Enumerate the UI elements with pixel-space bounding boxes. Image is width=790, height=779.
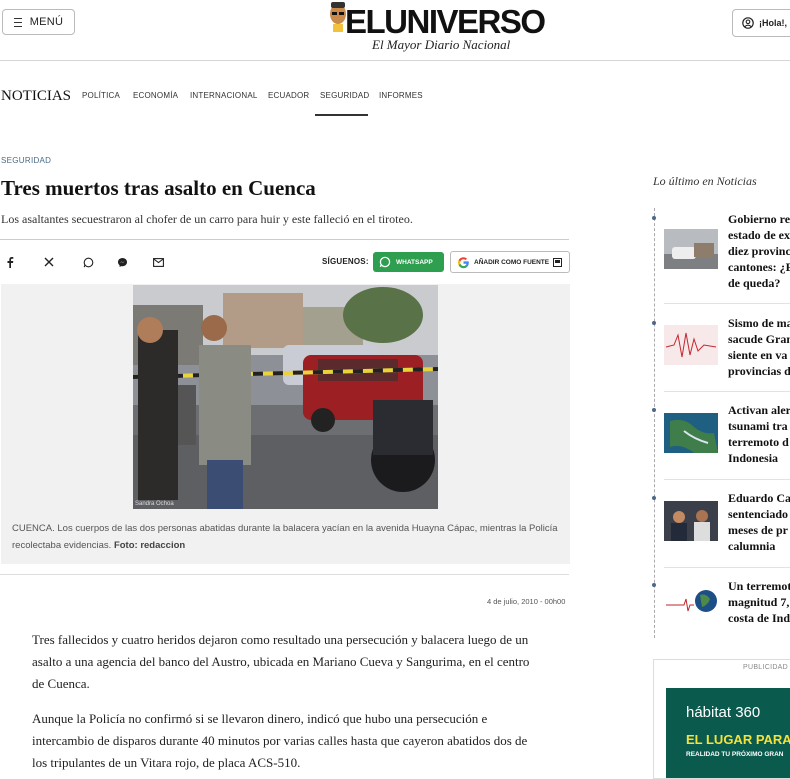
- sidebar-thumbnail[interactable]: [664, 583, 718, 623]
- timeline-dot: [652, 321, 656, 325]
- x-icon[interactable]: [42, 255, 56, 269]
- sidebar-headline[interactable]: Activan aler tsunami tra terremoto d Ind…: [728, 402, 790, 466]
- sidebar-thumbnail[interactable]: [664, 325, 718, 365]
- sidebar-separator: [664, 479, 790, 480]
- login-label: ¡Hola!,: [759, 18, 787, 28]
- sidebar-thumbnail[interactable]: [664, 501, 718, 541]
- whatsapp-icon[interactable]: [81, 255, 95, 269]
- sidebar-thumbnail[interactable]: [664, 413, 718, 453]
- login-button[interactable]: ¡Hola!,: [732, 9, 790, 37]
- google-source-button[interactable]: AÑADIR COMO FUENTE: [450, 251, 570, 273]
- sidebar-title: Lo último en Noticias: [653, 174, 757, 188]
- google-source-label: AÑADIR COMO FUENTE: [474, 258, 550, 266]
- messenger-icon[interactable]: [115, 255, 129, 269]
- nav-item-ecuador[interactable]: ECUADOR: [268, 91, 309, 100]
- sidebar-headline[interactable]: Sismo de ma sacude Gran siente en va pro…: [728, 315, 790, 379]
- menu-label: MENÚ: [29, 16, 64, 28]
- nav-title[interactable]: NOTICIAS: [1, 88, 71, 105]
- timeline-dot: [652, 216, 656, 220]
- article-photo[interactable]: Sandra Ochoa: [133, 285, 438, 509]
- nav-item-seguridad[interactable]: SEGURIDAD: [320, 91, 369, 100]
- logo-wordmark: ELUNIVERSO: [345, 3, 546, 40]
- photo-caption: CUENCA. Los cuerpos de las dos personas …: [12, 520, 560, 554]
- nav-item-internacional[interactable]: INTERNACIONAL: [190, 91, 258, 100]
- article-paragraph: Tres fallecidos y cuatro heridos dejaron…: [32, 632, 530, 691]
- caption-text: CUENCA. Los cuerpos de las dos personas …: [12, 523, 558, 551]
- whatsapp-icon: [379, 256, 391, 268]
- article-dek: Los asaltantes secuestraron al chofer de…: [1, 212, 413, 226]
- whatsapp-follow-label: WHATSAPP: [396, 258, 433, 266]
- section-tag[interactable]: SEGURIDAD: [1, 156, 51, 165]
- nav-item-economia[interactable]: ECONOMÍA: [133, 91, 178, 100]
- follow-label: SÍGUENOS:: [322, 257, 369, 266]
- dek-divider: [0, 239, 569, 240]
- sidebar-headline[interactable]: Gobierno re estado de ex diez provinc ca…: [728, 211, 790, 291]
- email-icon[interactable]: [151, 255, 165, 269]
- timeline-line: [654, 208, 655, 638]
- hamburger-icon: [13, 17, 22, 27]
- caption-divider: [0, 574, 569, 575]
- timeline-dot: [652, 583, 656, 587]
- photo-watermark: Sandra Ochoa: [135, 501, 174, 507]
- ad-brand: hábitat 360: [686, 704, 761, 721]
- ad-headline: EL LUGAR PARA H: [686, 732, 790, 747]
- menu-button[interactable]: MENÚ: [2, 9, 75, 35]
- timeline-dot: [652, 496, 656, 500]
- ad-label: PUBLICIDAD: [743, 664, 789, 671]
- sidebar-separator: [664, 567, 790, 568]
- user-icon: [742, 17, 754, 29]
- ad-subline: REALIDAD TU PRÓXIMO GRAN: [686, 751, 784, 758]
- logo-tagline: El Mayor Diario Nacional: [372, 37, 511, 52]
- article-paragraph: Aunque la Policía no confirmó si se llev…: [32, 711, 528, 770]
- ad-banner[interactable]: hábitat 360 EL LUGAR PARA H REALIDAD TU …: [666, 688, 790, 778]
- caption-credit: Foto: redaccion: [113, 540, 186, 551]
- sidebar-headline[interactable]: Un terremot magnitud 7, costa de Ind: [728, 578, 790, 626]
- google-icon: [458, 256, 469, 268]
- sidebar-separator: [664, 303, 790, 304]
- external-badge-icon: [553, 257, 563, 267]
- article-date: 4 de julio, 2010 - 00h00: [487, 597, 566, 606]
- sidebar-thumbnail[interactable]: [664, 229, 718, 269]
- nav-item-informes[interactable]: INFORMES: [379, 91, 423, 100]
- article-headline: Tres muertos tras asalto en Cuenca: [1, 176, 316, 200]
- sidebar-separator: [664, 391, 790, 392]
- facebook-icon[interactable]: [3, 255, 17, 269]
- sidebar-headline[interactable]: Eduardo Car sentenciado meses de pr calu…: [728, 490, 790, 554]
- header-divider: [0, 60, 790, 61]
- nav-item-politica[interactable]: POLÍTICA: [82, 91, 120, 100]
- logo[interactable]: ELUNIVERSO El Mayor Diario Nacional: [328, 0, 546, 56]
- nav-active-indicator: [315, 114, 368, 116]
- timeline-dot: [652, 408, 656, 412]
- whatsapp-follow-button[interactable]: WHATSAPP: [373, 252, 444, 272]
